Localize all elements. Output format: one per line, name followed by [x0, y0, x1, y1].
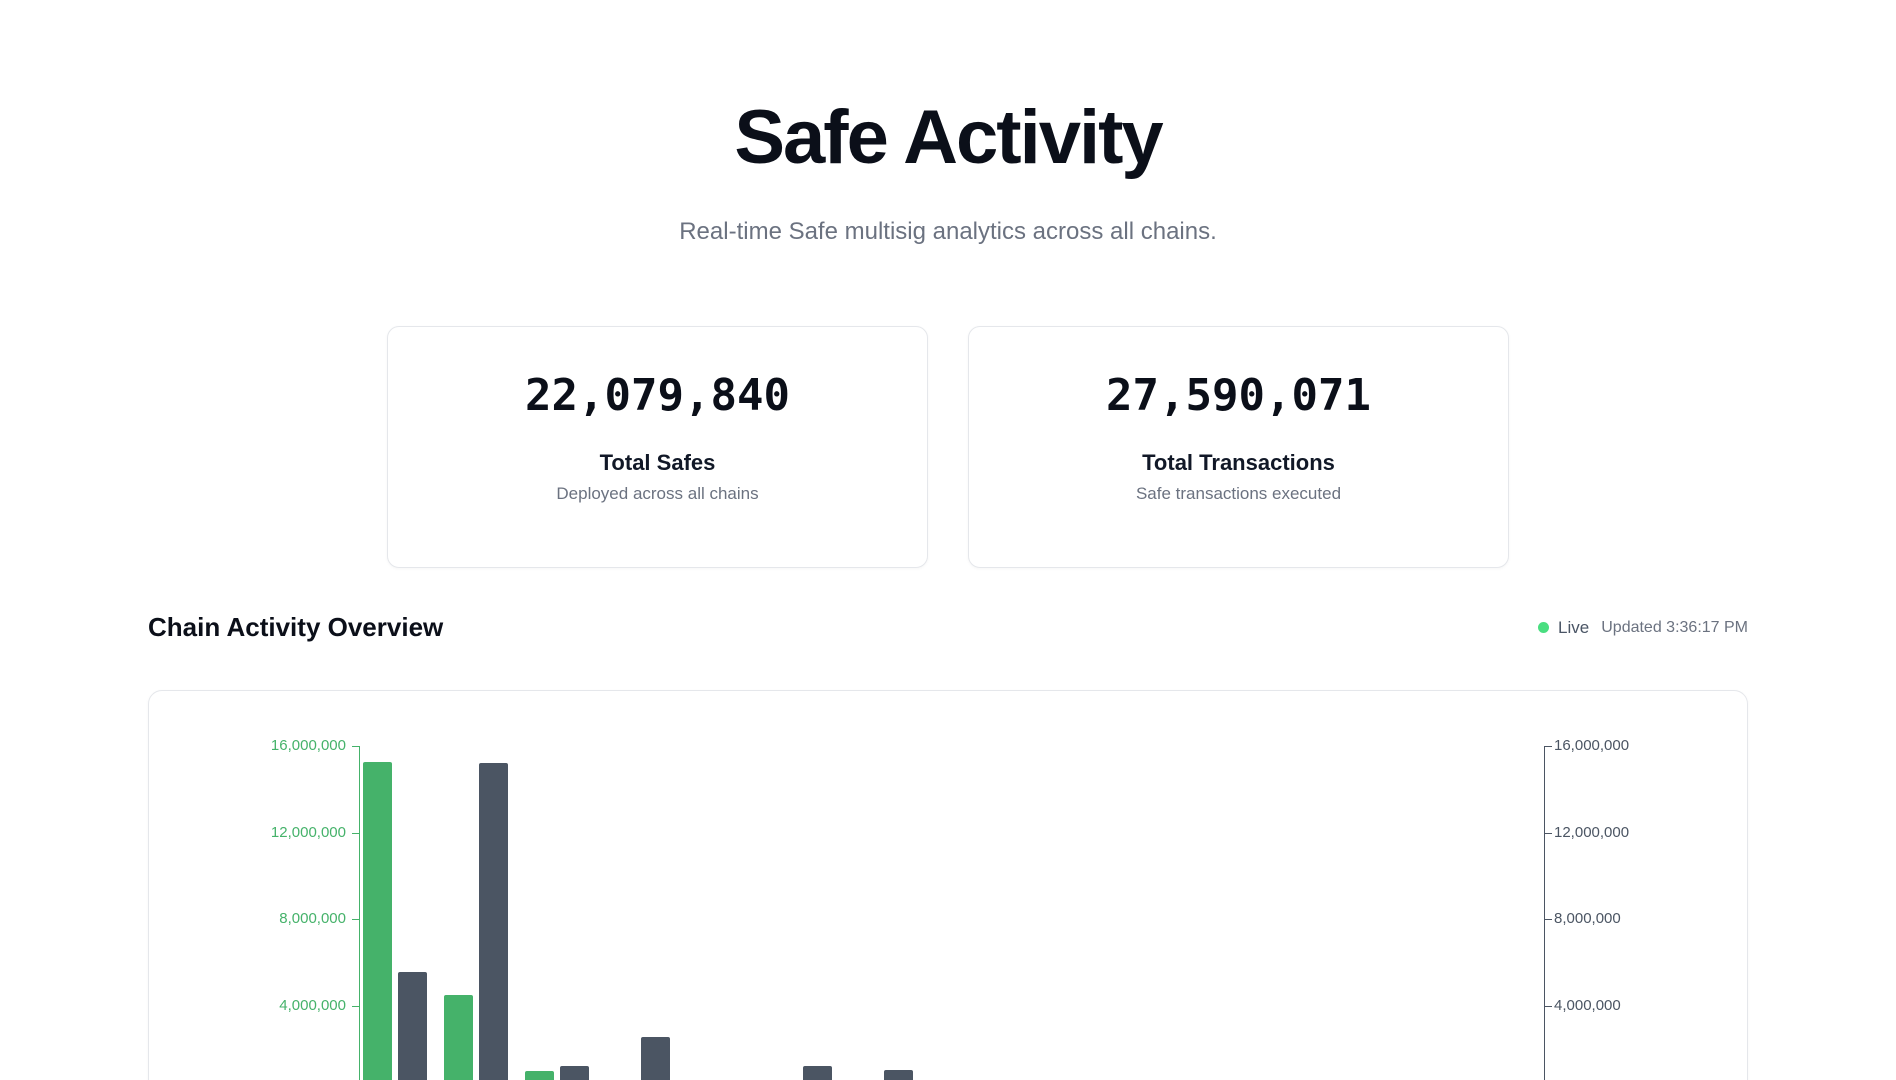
y-axis-left-tick — [352, 1006, 359, 1007]
safe-activity-dashboard: Safe Activity Real-time Safe multisig an… — [0, 100, 1896, 1080]
stat-card-total-transactions: 27,590,071 Total Transactions Safe trans… — [968, 326, 1509, 568]
section-heading: Chain Activity Overview — [148, 612, 443, 643]
total-safes-label: Total Safes — [388, 450, 927, 476]
y-axis-left-tick-label: 12,000,000 — [149, 825, 346, 841]
y-axis-left-tick-label: 4,000,000 — [149, 998, 346, 1014]
y-axis-left-tick — [352, 746, 359, 747]
chart-bar-transactions-4 — [641, 1037, 670, 1080]
page-subtitle: Real-time Safe multisig analytics across… — [0, 216, 1896, 247]
page-header: Safe Activity Real-time Safe multisig an… — [0, 100, 1896, 247]
y-axis-right-line — [1544, 746, 1545, 1080]
y-axis-right-tick-label: 8,000,000 — [1554, 911, 1621, 927]
chain-activity-chart-card: 16,000,000 16,000,000 12,000,000 12,000,000… — [148, 690, 1748, 1080]
page-title: Safe Activity — [0, 100, 1896, 176]
total-transactions-description: Safe transactions executed — [969, 483, 1508, 505]
chain-activity-section-header: Chain Activity Overview Live Updated 3:3… — [148, 612, 1748, 643]
total-safes-description: Deployed across all chains — [388, 483, 927, 505]
y-axis-right-tick-label: 12,000,000 — [1554, 825, 1629, 841]
chart-bar-transactions-7 — [884, 1070, 913, 1080]
y-axis-left-tick — [352, 833, 359, 834]
chart-bar-transactions-1 — [398, 972, 427, 1080]
y-axis-right-tick — [1545, 833, 1552, 834]
chart-bar-transactions-6 — [803, 1066, 832, 1080]
chart-bar-safes-2 — [444, 995, 473, 1080]
live-dot-icon — [1538, 622, 1549, 633]
y-axis-left-tick — [352, 919, 359, 920]
total-transactions-value: 27,590,071 — [969, 374, 1508, 418]
live-label: Live — [1558, 618, 1589, 638]
chart-plot: 16,000,000 16,000,000 12,000,000 12,000,000… — [149, 691, 1747, 1080]
y-axis-left-tick-label: 8,000,000 — [149, 911, 346, 927]
chart-bar-safes-3 — [525, 1071, 554, 1080]
y-axis-right-tick-label: 16,000,000 — [1554, 738, 1629, 754]
y-axis-right-tick — [1545, 919, 1552, 920]
updated-timestamp: Updated 3:36:17 PM — [1601, 619, 1748, 637]
y-axis-right-tick-label: 4,000,000 — [1554, 998, 1621, 1014]
chart-bar-transactions-2 — [479, 763, 508, 1080]
y-axis-left-line — [359, 746, 360, 1080]
total-safes-value: 22,079,840 — [388, 374, 927, 418]
total-transactions-label: Total Transactions — [969, 450, 1508, 476]
y-axis-right-tick — [1545, 1006, 1552, 1007]
stat-card-total-safes: 22,079,840 Total Safes Deployed across a… — [387, 326, 928, 568]
y-axis-right-tick — [1545, 746, 1552, 747]
stats-row: 22,079,840 Total Safes Deployed across a… — [0, 326, 1896, 568]
chart-bar-safes-1 — [363, 762, 392, 1080]
chart-bar-transactions-3 — [560, 1066, 589, 1080]
live-status: Live Updated 3:36:17 PM — [1538, 618, 1748, 638]
y-axis-left-tick-label: 16,000,000 — [149, 738, 346, 754]
